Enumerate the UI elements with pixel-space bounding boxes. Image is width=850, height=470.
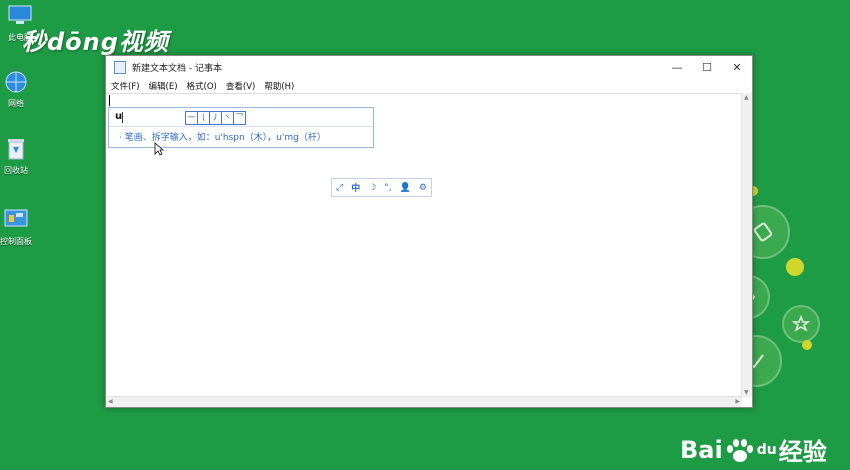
half-width-icon[interactable]: ☽ xyxy=(368,183,376,193)
notepad-icon xyxy=(114,60,126,74)
watermark-baidu: Bai du 经验 xyxy=(680,432,827,467)
scroll-up-icon[interactable]: ▲ xyxy=(744,94,749,101)
decor-circle-star xyxy=(782,305,820,343)
settings-gear-icon[interactable]: ⚙ xyxy=(419,183,427,193)
watermark-baidu-text-mid: du xyxy=(756,441,777,458)
recycle-bin-icon xyxy=(2,137,30,161)
menu-file[interactable]: 文件(F) xyxy=(111,80,140,92)
desktop-icon-recycle-bin[interactable]: 回收站 xyxy=(0,137,36,176)
scroll-left-icon[interactable]: ◀ xyxy=(108,398,113,405)
decor-dot xyxy=(802,340,812,350)
vertical-scrollbar[interactable]: ▲ ▼ xyxy=(741,93,752,397)
stroke-button[interactable]: 丨 xyxy=(198,112,210,124)
menu-view[interactable]: 查看(V) xyxy=(226,80,255,92)
desktop-icon-label: 回收站 xyxy=(4,166,28,175)
desktop-icon-label: 控制面板 xyxy=(0,237,32,246)
desktop-icon-control-panel[interactable]: 控制面板 xyxy=(0,208,36,247)
ime-toolbar: ⤢ 中 ☽ °, 👤 ⚙ xyxy=(331,178,432,197)
network-icon xyxy=(2,70,30,94)
desktop-icon-network[interactable]: 网络 xyxy=(0,70,36,109)
watermark-baidu-text-left: Bai xyxy=(680,435,723,464)
stroke-button[interactable]: 一 xyxy=(186,112,198,124)
horizontal-scrollbar[interactable]: ◀ ▶ xyxy=(106,396,742,407)
ime-cursor xyxy=(122,112,123,123)
paw-icon xyxy=(725,437,755,463)
window-title: 新建文本文档 - 记事本 xyxy=(132,63,222,74)
close-button[interactable]: ✕ xyxy=(722,56,752,78)
scroll-right-icon[interactable]: ▶ xyxy=(735,398,740,405)
decor-dot xyxy=(786,258,804,276)
menu-bar: 文件(F) 编辑(E) 格式(O) 查看(V) 帮助(H) xyxy=(106,78,752,93)
watermark-logo: 秒dōng视频 xyxy=(22,28,169,56)
user-icon[interactable]: 👤 xyxy=(400,183,411,193)
menu-edit[interactable]: 编辑(E) xyxy=(149,80,178,92)
maximize-button[interactable]: ☐ xyxy=(692,56,722,78)
desktop-icon-label: 网络 xyxy=(8,99,24,108)
punctuation-icon[interactable]: °, xyxy=(384,183,391,193)
menu-format[interactable]: 格式(O) xyxy=(187,80,217,92)
stroke-button[interactable]: 丶 xyxy=(222,112,234,124)
control-panel-icon xyxy=(2,208,30,232)
divider xyxy=(109,126,373,127)
minimize-button[interactable]: — xyxy=(662,56,692,78)
ime-hint-text: · 笔画、拆字输入，如：u'hspn（木），u'mg（杆） xyxy=(119,133,326,143)
chinese-mode-button[interactable]: 中 xyxy=(351,181,360,194)
watermark-baidu-text-right: 经验 xyxy=(778,438,827,466)
title-bar[interactable]: 新建文本文档 - 记事本 — ☐ ✕ xyxy=(106,56,752,78)
ime-candidate-window: u 一 丨 丿 丶 乛 · 笔画、拆字输入，如：u'hspn（木），u'mg（杆… xyxy=(108,107,374,148)
stroke-button[interactable]: 丿 xyxy=(210,112,222,124)
mouse-pointer-icon xyxy=(154,142,164,156)
stroke-button[interactable]: 乛 xyxy=(234,112,245,124)
menu-help[interactable]: 帮助(H) xyxy=(264,80,294,92)
text-caret xyxy=(109,95,110,106)
ime-stroke-buttons: 一 丨 丿 丶 乛 xyxy=(185,111,246,125)
scroll-down-icon[interactable]: ▼ xyxy=(744,389,749,396)
expand-icon[interactable]: ⤢ xyxy=(336,183,343,193)
